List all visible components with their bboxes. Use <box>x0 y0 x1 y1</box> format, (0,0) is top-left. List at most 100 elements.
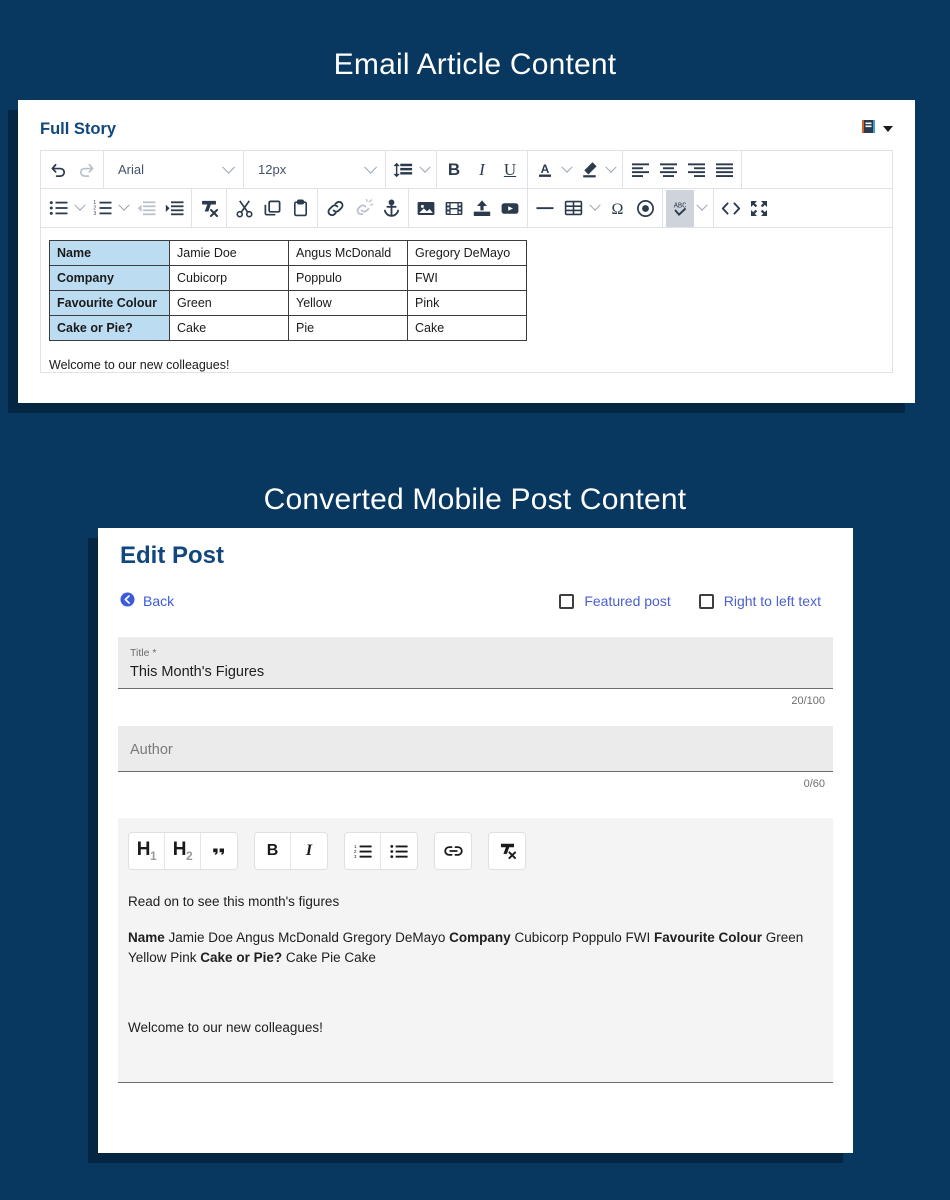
table-row-header: Cake or Pie? <box>49 315 170 341</box>
bullet-list-chevron-down-icon[interactable] <box>72 190 88 227</box>
special-character-button[interactable]: Ω <box>603 190 631 227</box>
outdent-button[interactable] <box>132 190 160 227</box>
text-color-chevron-down-icon[interactable] <box>559 151 575 188</box>
horizontal-rule-button[interactable] <box>531 190 559 227</box>
edit-post-title: Edit Post <box>120 542 225 569</box>
clear-formatting-button[interactable] <box>195 190 223 227</box>
full-story-header: Full Story <box>18 100 915 150</box>
spellcheck-chevron-down-icon[interactable] <box>694 190 710 227</box>
redo-button[interactable] <box>72 151 100 188</box>
font-family-select[interactable]: Arial <box>107 151 240 188</box>
link-button[interactable] <box>435 833 471 869</box>
editor-toolbar-row-1: Arial 12px B I U A <box>40 150 893 189</box>
align-center-button[interactable] <box>654 151 682 188</box>
bullet-list-button[interactable] <box>381 833 417 869</box>
heading-2-button[interactable]: H2 <box>165 833 201 869</box>
highlight-color-button[interactable] <box>575 151 603 188</box>
mobile-body-editor[interactable]: H1 H2 B I 1 2 3 Read on to see this mont… <box>118 818 833 1083</box>
clear-formatting-button[interactable] <box>489 833 525 869</box>
source-code-button[interactable] <box>717 190 745 227</box>
indent-button[interactable] <box>160 190 188 227</box>
email-article-editor-panel: Full Story Arial 12px B I U A 1 2 3 Ω AB… <box>18 100 915 403</box>
table-cell: Angus McDonald <box>288 240 408 266</box>
table-cell: Jamie Doe <box>169 240 289 266</box>
body-paragraph-3: Welcome to our new colleagues! <box>128 1020 323 1035</box>
article-menu-button[interactable] <box>860 118 893 140</box>
table-cell: FWI <box>407 265 527 291</box>
table-row-header: Company <box>49 265 170 291</box>
featured-post-checkbox[interactable]: Featured post <box>559 593 671 609</box>
insert-link-button[interactable] <box>321 190 349 227</box>
line-height-chevron-down-icon[interactable] <box>417 151 433 188</box>
table-row-header: Name <box>49 240 170 266</box>
undo-button[interactable] <box>44 151 72 188</box>
align-left-button[interactable] <box>626 151 654 188</box>
insert-image-button[interactable] <box>412 190 440 227</box>
checkbox-box[interactable] <box>698 593 714 609</box>
table-cell: Pie <box>288 315 408 341</box>
align-justify-button[interactable] <box>710 151 738 188</box>
run-bold: Company <box>449 930 511 945</box>
email-editor-content[interactable]: Name Jamie Doe Angus McDonald Gregory De… <box>40 228 893 373</box>
table-cell: Cubicorp <box>169 265 289 291</box>
blockquote-button[interactable] <box>201 833 237 869</box>
bullet-list-button[interactable] <box>44 190 72 227</box>
upload-file-button[interactable] <box>468 190 496 227</box>
text-color-button[interactable]: A <box>531 151 559 188</box>
font-size-select[interactable]: 12px <box>247 151 382 188</box>
back-button[interactable]: Back <box>120 592 174 610</box>
numbered-list-button[interactable]: 1 2 3 <box>345 833 381 869</box>
title-field-label: Title * <box>130 647 157 659</box>
run-bold: Favourite Colour <box>654 930 763 945</box>
right-to-left-checkbox[interactable]: Right to left text <box>698 593 821 609</box>
numbered-list-button[interactable]: 1 2 3 <box>88 190 116 227</box>
author-field[interactable]: Author <box>118 726 833 772</box>
heading-1-button[interactable]: H1 <box>129 833 165 869</box>
page-title-email: Email Article Content <box>333 48 617 81</box>
page-title-mobile: Converted Mobile Post Content <box>263 483 687 516</box>
table-cell: Cake <box>407 315 527 341</box>
edit-post-action-row: Back Featured post Right to left text <box>98 570 853 610</box>
youtube-button[interactable] <box>496 190 524 227</box>
title-field-counter: 20/100 <box>791 695 825 707</box>
title-field[interactable]: Title * This Month's Figures <box>118 637 833 689</box>
font-family-value: Arial <box>118 162 145 177</box>
copy-button[interactable] <box>258 190 286 227</box>
post-options: Featured post Right to left text <box>559 593 821 609</box>
spellcheck-button[interactable]: ABC <box>666 189 694 227</box>
table-row: Cake or Pie? Cake Pie Cake <box>49 315 527 341</box>
heading-1-label: H1 <box>136 839 157 863</box>
list-group: 1 2 3 <box>344 832 418 870</box>
insert-table-button[interactable] <box>559 190 587 227</box>
italic-button[interactable]: I <box>468 151 496 188</box>
target-button[interactable] <box>631 190 659 227</box>
numbered-list-chevron-down-icon[interactable] <box>116 190 132 227</box>
table-cell: Gregory DeMayo <box>407 240 527 266</box>
underline-label: U <box>503 160 517 179</box>
bold-button[interactable]: B <box>255 833 291 869</box>
align-right-button[interactable] <box>682 151 710 188</box>
fullscreen-button[interactable] <box>745 190 773 227</box>
author-field-counter: 0/60 <box>803 778 825 790</box>
title-field-value: This Month's Figures <box>130 664 265 680</box>
bold-button[interactable]: B <box>440 151 468 188</box>
paste-button[interactable] <box>286 190 314 227</box>
content-table: Name Jamie Doe Angus McDonald Gregory De… <box>49 240 527 341</box>
table-cell: Green <box>169 290 289 316</box>
checkbox-box[interactable] <box>559 593 575 609</box>
table-cell: Poppulo <box>288 265 408 291</box>
svg-text:A: A <box>541 162 550 176</box>
insert-video-button[interactable] <box>440 190 468 227</box>
highlight-chevron-down-icon[interactable] <box>603 151 619 188</box>
run-bold: Cake or Pie? <box>200 950 283 965</box>
cut-button[interactable] <box>230 190 258 227</box>
italic-label: I <box>479 160 485 179</box>
underline-button[interactable]: U <box>496 151 524 188</box>
svg-text:3: 3 <box>93 211 96 216</box>
table-chevron-down-icon[interactable] <box>587 190 603 227</box>
table-row: Favourite Colour Green Yellow Pink <box>49 290 527 316</box>
unlink-button[interactable] <box>349 190 377 227</box>
line-height-button[interactable] <box>389 151 417 188</box>
italic-button[interactable]: I <box>291 833 327 869</box>
anchor-button[interactable] <box>377 190 405 227</box>
